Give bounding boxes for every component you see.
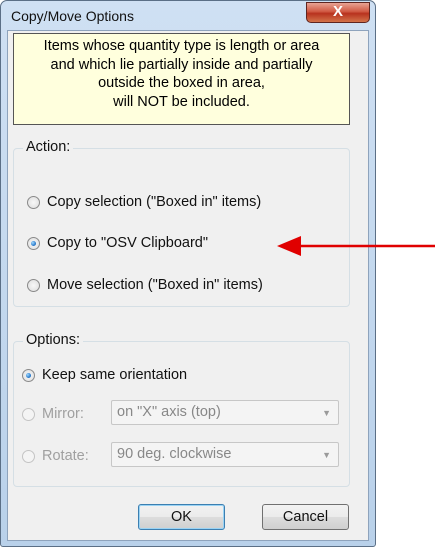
- info-line: Items whose quantity type is length or a…: [43, 38, 320, 54]
- info-line: outside the boxed in area,: [98, 75, 265, 91]
- radio-label: Keep same orientation: [42, 367, 188, 383]
- radio-mirror[interactable]: Mirror:: [22, 404, 84, 424]
- radio-rotate[interactable]: Rotate:: [22, 446, 89, 466]
- info-line: will NOT be included.: [113, 93, 250, 110]
- radio-copy-selection[interactable]: Copy selection ("Boxed in" items): [27, 192, 261, 212]
- radio-button[interactable]: [22, 407, 35, 421]
- radio-button[interactable]: [27, 278, 40, 292]
- select-value: on "X" axis (top): [117, 404, 221, 420]
- radio-label: Move selection ("Boxed in" items): [47, 277, 263, 293]
- radio-button[interactable]: [22, 449, 35, 463]
- close-icon: X: [332, 3, 343, 20]
- mirror-axis-select[interactable]: on "X" axis (top) ▼: [111, 400, 339, 425]
- arrow-left-icon: [277, 236, 435, 256]
- radio-button[interactable]: [27, 236, 40, 250]
- close-button[interactable]: X: [306, 2, 370, 23]
- ok-button[interactable]: OK: [138, 504, 225, 530]
- radio-copy-to-osv-clipboard[interactable]: Copy to "OSV Clipboard": [27, 233, 208, 253]
- select-value: 90 deg. clockwise: [117, 446, 232, 462]
- radio-label: Rotate:: [42, 448, 89, 464]
- chevron-down-icon: ▼: [322, 450, 331, 460]
- radio-button[interactable]: [27, 195, 40, 209]
- chevron-down-icon: ▼: [322, 408, 331, 418]
- radio-label: Copy selection ("Boxed in" items): [47, 194, 262, 210]
- cancel-button[interactable]: Cancel: [262, 504, 349, 530]
- radio-keep-orientation[interactable]: Keep same orientation: [22, 365, 187, 385]
- action-group-label: Action:: [23, 139, 74, 155]
- radio-label: Mirror:: [42, 406, 84, 422]
- info-message-box: Items whose quantity type is length or a…: [13, 33, 350, 125]
- action-group: Action: Copy selection ("Boxed in" items…: [13, 139, 350, 307]
- dialog-title: Copy/Move Options: [11, 8, 134, 24]
- radio-button[interactable]: [22, 368, 35, 382]
- title-bar[interactable]: Copy/Move Options X: [1, 1, 375, 29]
- options-group-label: Options:: [23, 332, 83, 348]
- copy-move-options-dialog: Copy/Move Options X Items whose quantity…: [0, 0, 376, 547]
- rotate-angle-select[interactable]: 90 deg. clockwise ▼: [111, 442, 339, 467]
- radio-move-selection[interactable]: Move selection ("Boxed in" items): [27, 275, 263, 295]
- radio-label: Copy to "OSV Clipboard": [47, 235, 209, 251]
- options-group: Options: Keep same orientation Mirror: o…: [13, 332, 350, 487]
- info-line: and which lie partially inside and parti…: [50, 56, 313, 73]
